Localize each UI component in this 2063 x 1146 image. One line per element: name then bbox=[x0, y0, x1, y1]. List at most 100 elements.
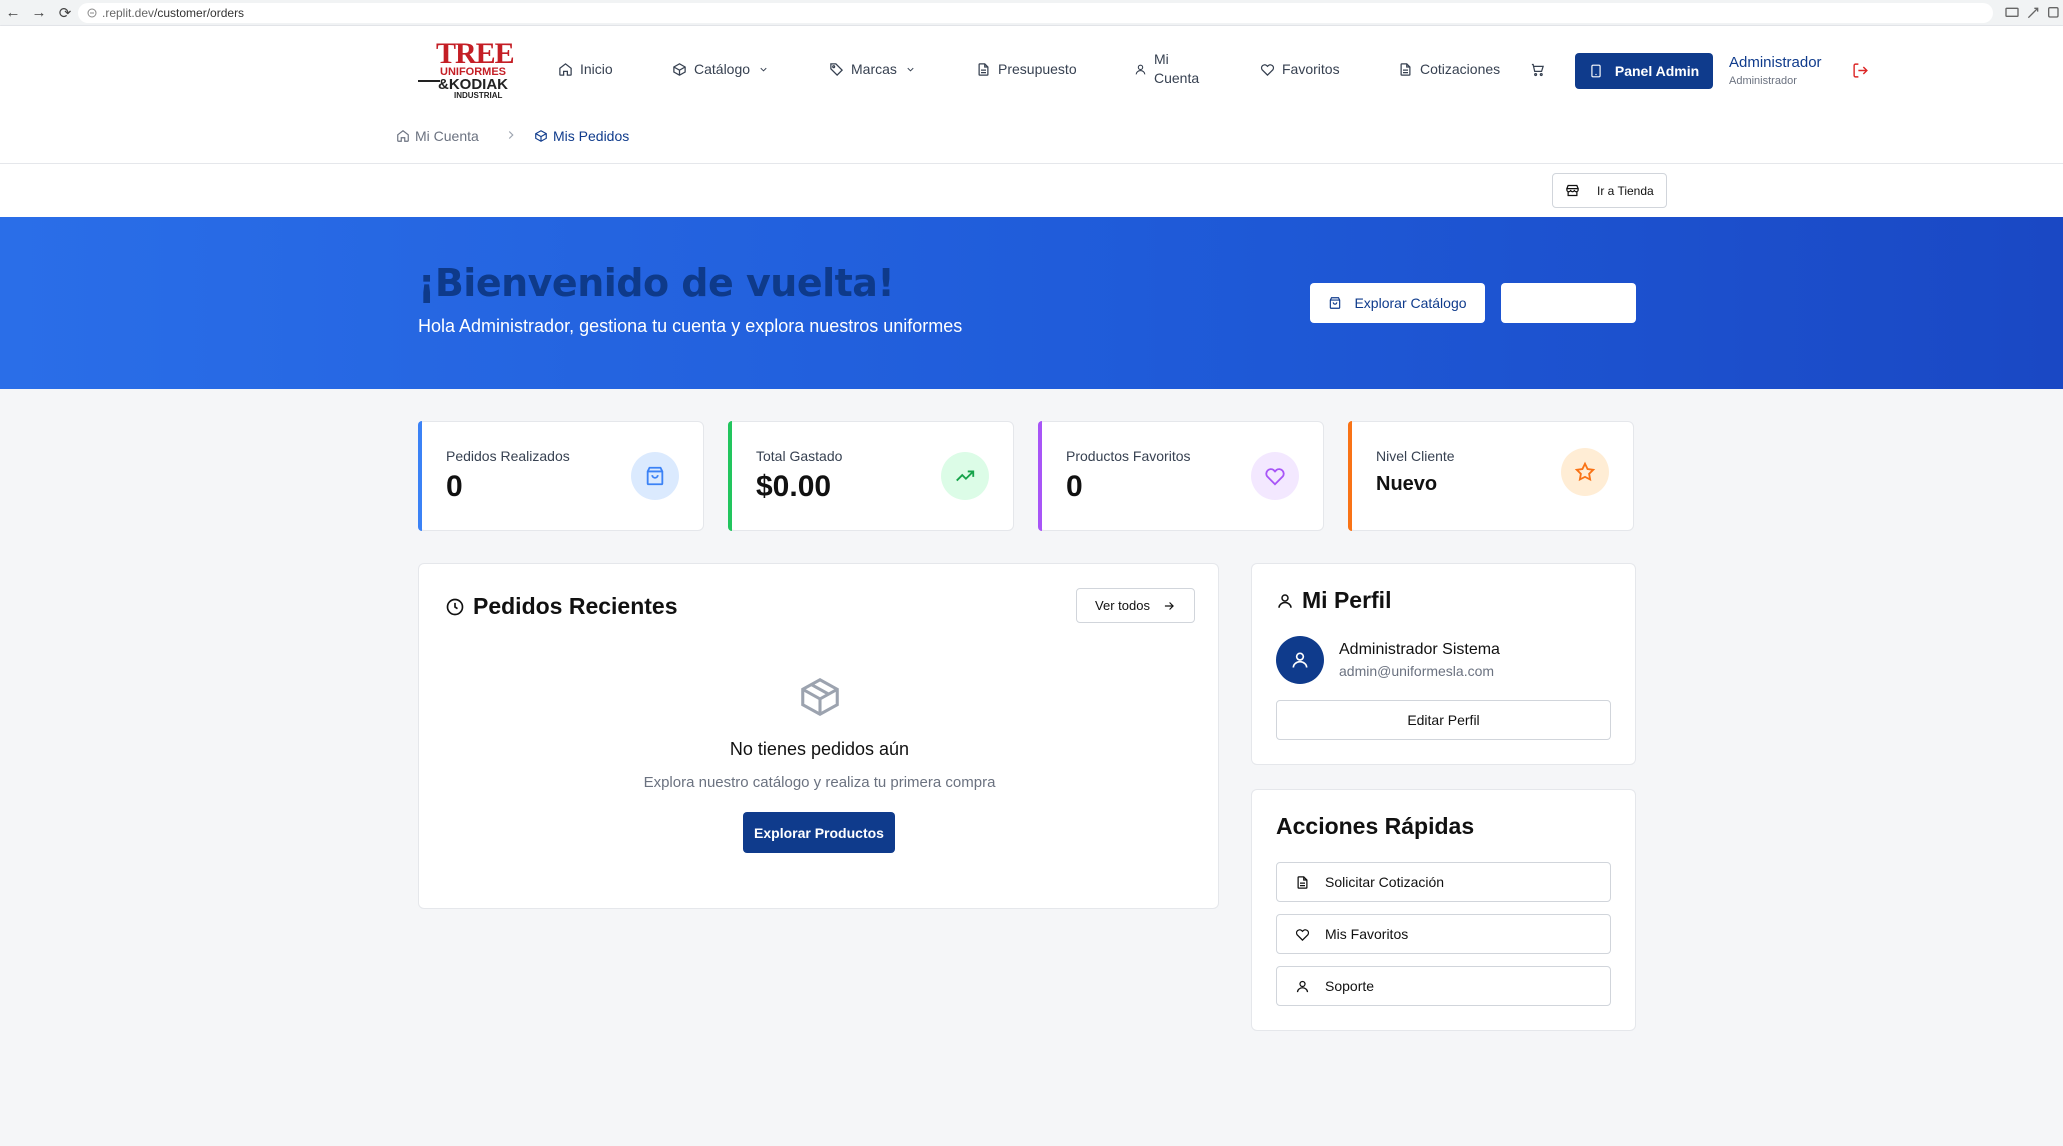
box-icon bbox=[535, 130, 547, 142]
logo-divider bbox=[418, 80, 440, 82]
recent-orders-card: Pedidos Recientes Ver todos No tienes pe… bbox=[418, 563, 1219, 909]
hero-title: ¡Bienvenido de vuelta! bbox=[418, 261, 895, 305]
heart-icon bbox=[1265, 468, 1285, 486]
profile-email: admin@uniformesla.com bbox=[1339, 663, 1495, 679]
stat-card-favoritos: Productos Favoritos 0 bbox=[1038, 421, 1324, 531]
reload-icon[interactable]: ⟳ bbox=[52, 0, 78, 26]
logo-industrial: INDUSTRIAL bbox=[454, 91, 503, 100]
nav-catalogo[interactable]: Catálogo bbox=[672, 26, 769, 112]
ir-a-tienda-button[interactable]: Ir a Tienda bbox=[1552, 173, 1667, 208]
solicitar-cotizacion-button[interactable]: Solicitar Cotización bbox=[1276, 862, 1611, 902]
box-icon bbox=[673, 62, 686, 76]
stat-value: 0 bbox=[446, 470, 463, 503]
nav-mi-cuenta[interactable]: Mi Cuenta bbox=[1134, 26, 1199, 112]
address-bar[interactable]: .replit.dev/customer/orders bbox=[78, 3, 1993, 23]
stat-label: Pedidos Realizados bbox=[446, 448, 570, 464]
stat-accent-bar bbox=[418, 421, 422, 531]
stat-card-nivel: Nivel Cliente Nuevo bbox=[1348, 421, 1634, 531]
panel-admin-button[interactable]: Panel Admin bbox=[1575, 53, 1713, 89]
mis-favoritos-label: Mis Favoritos bbox=[1325, 926, 1409, 942]
nav-catalogo-label: Catálogo bbox=[694, 61, 751, 77]
stat-icon-badge bbox=[1251, 452, 1299, 500]
shopping-bag-icon bbox=[646, 466, 664, 486]
breadcrumb-mi-cuenta[interactable]: Mi Cuenta bbox=[396, 128, 479, 144]
extension-icon[interactable] bbox=[2025, 5, 2041, 21]
logout-icon[interactable] bbox=[1852, 62, 1869, 79]
nav-inicio-label: Inicio bbox=[580, 61, 613, 77]
stat-icon-badge bbox=[941, 452, 989, 500]
document-icon bbox=[978, 62, 989, 76]
logo-kodiak: &KODIAK bbox=[438, 76, 508, 93]
user-icon bbox=[1292, 652, 1308, 668]
empty-state-subtitle: Explora nuestro catálogo y realiza tu pr… bbox=[643, 774, 996, 791]
nav-cotizaciones-label: Cotizaciones bbox=[1420, 61, 1501, 77]
ir-a-tienda-label: Ir a Tienda bbox=[1597, 183, 1654, 198]
user-name[interactable]: Administrador bbox=[1729, 54, 1822, 71]
site-info-icon bbox=[87, 8, 97, 18]
nav-inicio[interactable]: Inicio bbox=[558, 26, 613, 112]
nav-cotizaciones[interactable]: Cotizaciones bbox=[1398, 26, 1500, 112]
nav-presupuesto[interactable]: Presupuesto bbox=[976, 26, 1077, 112]
nav-mi-cuenta-label-2: Cuenta bbox=[1154, 70, 1200, 86]
browser-toolbar: ← → ⟳ .replit.dev/customer/orders bbox=[0, 0, 2063, 26]
stat-label: Total Gastado bbox=[756, 448, 843, 464]
stat-label: Productos Favoritos bbox=[1066, 448, 1191, 464]
user-icon bbox=[1278, 593, 1292, 608]
tag-icon bbox=[830, 62, 844, 76]
stat-icon-badge bbox=[1561, 448, 1609, 496]
hero-subtitle: Hola Administrador, gestiona tu cuenta y… bbox=[418, 316, 963, 336]
nav-favoritos[interactable]: Favoritos bbox=[1260, 26, 1340, 112]
recent-orders-title: Pedidos Recientes bbox=[445, 593, 678, 620]
document-icon bbox=[1297, 875, 1308, 889]
package-icon bbox=[801, 677, 839, 717]
cart-button[interactable] bbox=[1530, 26, 1552, 112]
stat-icon-badge bbox=[631, 452, 679, 500]
explorar-catalogo-button[interactable]: Explorar Catálogo bbox=[1310, 283, 1485, 323]
soporte-button[interactable]: Soporte bbox=[1276, 966, 1611, 1006]
back-icon[interactable]: ← bbox=[0, 0, 26, 26]
user-icon bbox=[1135, 64, 1146, 74]
recent-orders-title-text: Pedidos Recientes bbox=[473, 593, 678, 619]
stat-accent-bar bbox=[1038, 421, 1042, 531]
empty-state-title: No tienes pedidos aún bbox=[729, 739, 910, 759]
ver-todos-label: Ver todos bbox=[1095, 598, 1150, 613]
chevron-right-icon bbox=[508, 131, 514, 139]
forward-icon[interactable]: → bbox=[26, 0, 52, 26]
hero-secondary-button[interactable] bbox=[1501, 283, 1636, 323]
chevron-down-icon bbox=[760, 67, 767, 72]
tablet-icon bbox=[1591, 64, 1601, 78]
stat-value: 0 bbox=[1066, 470, 1083, 503]
avatar bbox=[1276, 636, 1324, 684]
profile-name: Administrador Sistema bbox=[1339, 641, 1500, 658]
url-path: /customer/orders bbox=[154, 6, 245, 20]
breadcrumb-separator bbox=[504, 128, 523, 142]
welcome-hero: ¡Bienvenido de vuelta! Hola Administrado… bbox=[0, 217, 2063, 389]
logo[interactable]: TREE UNIFORMES &KODIAK INDUSTRIAL bbox=[418, 39, 515, 102]
nav-favoritos-label: Favoritos bbox=[1282, 61, 1340, 77]
store-icon bbox=[1566, 184, 1579, 197]
cast-icon[interactable] bbox=[2004, 5, 2020, 21]
profile-icon[interactable] bbox=[2046, 5, 2062, 21]
mis-favoritos-button[interactable]: Mis Favoritos bbox=[1276, 914, 1611, 954]
trending-up-icon bbox=[956, 470, 975, 482]
panel-admin-label: Panel Admin bbox=[1614, 63, 1700, 79]
stat-accent-bar bbox=[1348, 421, 1352, 531]
profile-title-text: Mi Perfil bbox=[1302, 587, 1392, 613]
clock-icon bbox=[446, 598, 464, 615]
home-icon bbox=[559, 62, 572, 76]
ver-todos-button[interactable]: Ver todos bbox=[1076, 588, 1195, 623]
nav-mi-cuenta-label-1: Mi bbox=[1154, 51, 1169, 67]
stat-card-total: Total Gastado $0.00 bbox=[728, 421, 1014, 531]
arrow-right-icon bbox=[1164, 601, 1174, 610]
nav-marcas[interactable]: Marcas bbox=[829, 26, 916, 112]
explorar-productos-button[interactable]: Explorar Productos bbox=[743, 812, 895, 853]
breadcrumb-mis-pedidos-label: Mis Pedidos bbox=[553, 128, 630, 144]
stat-accent-bar bbox=[728, 421, 732, 531]
star-icon bbox=[1574, 461, 1596, 482]
stat-value: Nuevo bbox=[1376, 473, 1438, 495]
breadcrumb-mis-pedidos: Mis Pedidos bbox=[534, 128, 629, 144]
editar-perfil-button[interactable]: Editar Perfil bbox=[1276, 700, 1611, 740]
user-icon bbox=[1296, 980, 1309, 992]
profile-title: Mi Perfil bbox=[1276, 587, 1391, 614]
home-icon bbox=[397, 130, 409, 142]
